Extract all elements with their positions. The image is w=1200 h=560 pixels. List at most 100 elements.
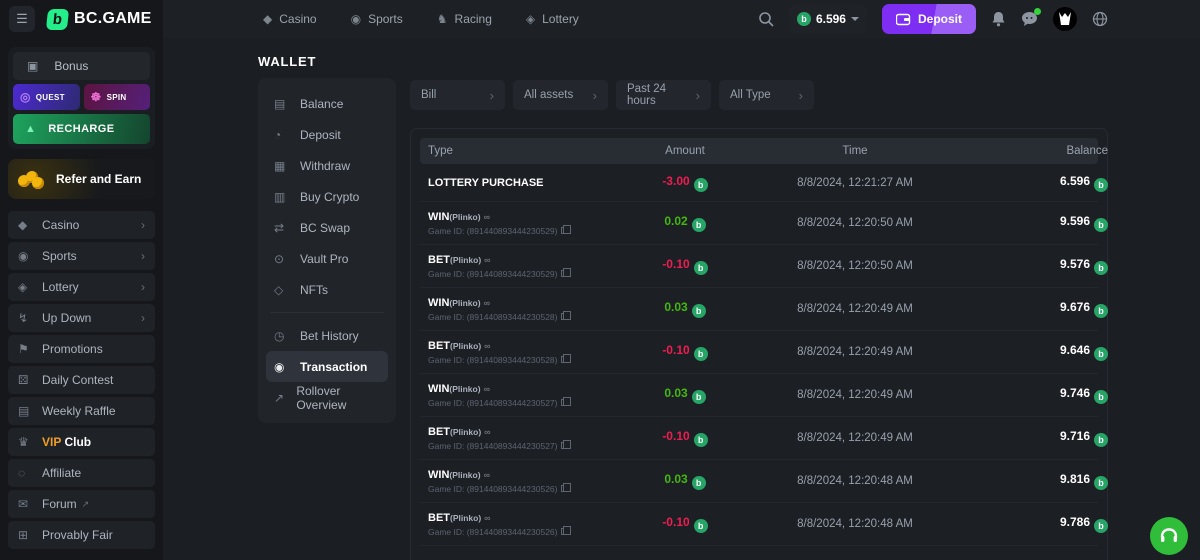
transactions-table: Type Amount Time Balance LOTTERY PURCHAS… <box>410 128 1108 560</box>
copy-icon[interactable] <box>561 270 567 277</box>
sidebar-item-casino[interactable]: ◆Casino› <box>8 211 155 239</box>
copy-icon[interactable] <box>561 442 567 449</box>
bcd-coin-icon: b <box>1094 519 1108 533</box>
wallet-nav-bc-swap[interactable]: ⇄BC Swap <box>266 212 388 243</box>
quest-target-icon: ◎ <box>20 90 31 104</box>
external-link-icon: ↗ <box>82 499 90 510</box>
notifications-bell-icon[interactable] <box>991 11 1006 27</box>
spin-button[interactable]: ☸ SPIN <box>84 84 151 110</box>
game-link-icon[interactable]: ∞ <box>484 255 490 265</box>
copy-icon[interactable] <box>561 485 567 492</box>
wallet-nav-transaction[interactable]: ◉Transaction <box>266 351 388 382</box>
filter-bill[interactable]: Bill› <box>410 80 505 110</box>
wallet-nav-label: Transaction <box>300 360 367 374</box>
casino-icon: ◆ <box>263 12 272 26</box>
game-link-icon[interactable]: ∞ <box>484 212 490 222</box>
chevron-right-icon: › <box>799 88 803 103</box>
top-nav-lottery[interactable]: ◈Lottery <box>526 12 579 26</box>
balance-cell: 9.576b <box>940 257 1108 275</box>
balance-cell: 9.746b <box>940 386 1108 404</box>
game-link-icon[interactable]: ∞ <box>484 427 490 437</box>
sidebar-item-affiliate[interactable]: ◌Affiliate <box>8 459 155 487</box>
wallet-nav-vault-pro[interactable]: ⊙Vault Pro <box>266 243 388 274</box>
wallet-subnav: ▤Balance◔Deposit▦Withdraw▥Buy Crypto⇄BC … <box>258 78 396 423</box>
sidebar-item-vip-club[interactable]: ♛VIP Club <box>8 428 155 456</box>
refer-and-earn-button[interactable]: Refer and Earn <box>8 159 155 199</box>
game-link-icon[interactable]: ∞ <box>484 341 490 351</box>
amount-cell: -3.00b <box>600 174 770 192</box>
sidebar-item-lottery[interactable]: ◈Lottery› <box>8 273 155 301</box>
bcd-coin-icon: b <box>1094 476 1108 490</box>
bcd-coin-icon: b <box>1094 390 1108 404</box>
wallet-nav-nfts[interactable]: ◇NFTs <box>266 274 388 305</box>
support-chat-button[interactable] <box>1150 517 1188 555</box>
subnav-divider <box>270 312 384 313</box>
affiliate-icon: ◌ <box>18 466 42 480</box>
promotions-icon: ⚑ <box>18 342 42 356</box>
wallet-nav-bet-history[interactable]: ◷Bet History <box>266 320 388 351</box>
sidebar-item-sports[interactable]: ◉Sports› <box>8 242 155 270</box>
time-cell: 8/8/2024, 12:20:48 AM <box>770 475 940 487</box>
copy-icon[interactable] <box>561 399 567 406</box>
chevron-right-icon: › <box>141 280 145 294</box>
logo-mark-icon: b <box>46 9 69 30</box>
sidebar-item-provably-fair[interactable]: ⊞Provably Fair <box>8 521 155 549</box>
type-cell: BET(Plinko)∞Game ID: (891440893444230529… <box>428 254 600 279</box>
sidebar-item-daily-contest[interactable]: ⚄Daily Contest <box>8 366 155 394</box>
bonus-group: ▣ Bonus ◎ QUEST ☸ SPIN ▲ RECHARGE <box>8 47 155 149</box>
search-icon[interactable] <box>758 11 774 27</box>
transaction-row: BET(Plinko)∞Game ID: (891440893444230528… <box>420 330 1098 373</box>
top-nav-racing[interactable]: ♞Racing <box>437 12 492 26</box>
wallet-nav-rollover-overview[interactable]: ↗Rollover Overview <box>266 382 388 413</box>
copy-icon[interactable] <box>561 227 567 234</box>
game-name: (Plinko) <box>449 298 480 308</box>
wallet-icon: ▤ <box>274 97 300 111</box>
top-nav-sports[interactable]: ◉Sports <box>351 12 403 26</box>
game-id-label: Game ID: (891440893444230529) <box>428 226 557 236</box>
hamburger-menu-button[interactable]: ☰ <box>9 6 35 32</box>
sidebar-item-up-down[interactable]: ↯Up Down› <box>8 304 155 332</box>
spin-wheel-icon: ☸ <box>91 90 102 104</box>
copy-icon[interactable] <box>561 356 567 363</box>
wallet-nav-label: Withdraw <box>300 159 350 173</box>
balance-value: 9.716 <box>1060 429 1090 443</box>
vault-icon: ⊙ <box>274 252 300 266</box>
language-globe-icon[interactable] <box>1092 11 1108 27</box>
sidebar-item-promotions[interactable]: ⚑Promotions <box>8 335 155 363</box>
balance-cell: 9.596b <box>940 214 1108 232</box>
top-nav-casino[interactable]: ◆Casino <box>263 12 317 26</box>
wallet-nav-withdraw[interactable]: ▦Withdraw <box>266 150 388 181</box>
column-type: Type <box>428 145 600 157</box>
game-link-icon[interactable]: ∞ <box>484 513 490 523</box>
sidebar-menu: ◆Casino› ◉Sports› ◈Lottery› ↯Up Down› ⚑Promo… <box>8 211 155 549</box>
balance-value: 9.646 <box>1060 343 1090 357</box>
chat-icon[interactable] <box>1021 11 1038 27</box>
type-cell: BET(Plinko)∞Game ID: (891440893444230527… <box>428 426 600 451</box>
wallet-nav-balance[interactable]: ▤Balance <box>266 88 388 119</box>
user-avatar[interactable] <box>1053 7 1077 31</box>
quest-button[interactable]: ◎ QUEST <box>13 84 80 110</box>
bonus-button[interactable]: ▣ Bonus <box>13 52 150 80</box>
copy-icon[interactable] <box>561 528 567 535</box>
deposit-button[interactable]: Deposit <box>882 4 976 34</box>
wallet-nav-label: Vault Pro <box>300 252 348 266</box>
copy-icon[interactable] <box>561 313 567 320</box>
game-link-icon[interactable]: ∞ <box>484 470 490 480</box>
amount-value: -0.10 <box>662 429 689 443</box>
amount-value: 0.02 <box>664 214 687 228</box>
bc-game-logo[interactable]: b BC.GAME <box>47 9 152 30</box>
filter-past-24-hours[interactable]: Past 24 hours› <box>616 80 711 110</box>
wallet-nav-label: Bet History <box>300 329 359 343</box>
filter-all-type[interactable]: All Type› <box>719 80 814 110</box>
filter-all-assets[interactable]: All assets› <box>513 80 608 110</box>
recharge-button[interactable]: ▲ RECHARGE <box>13 114 150 144</box>
game-link-icon[interactable]: ∞ <box>484 298 490 308</box>
game-link-icon[interactable]: ∞ <box>484 384 490 394</box>
balance-dropdown[interactable]: b 6.596 <box>789 5 867 33</box>
wallet-nav-deposit[interactable]: ◔Deposit <box>266 119 388 150</box>
game-id-label: Game ID: (891440893444230529) <box>428 269 557 279</box>
sidebar-item-forum[interactable]: ✉Forum↗ <box>8 490 155 518</box>
wallet-nav-buy-crypto[interactable]: ▥Buy Crypto <box>266 181 388 212</box>
sidebar-item-weekly-raffle[interactable]: ▤Weekly Raffle <box>8 397 155 425</box>
transaction-row: BET(Plinko)∞Game ID: (891440893444230529… <box>420 244 1098 287</box>
